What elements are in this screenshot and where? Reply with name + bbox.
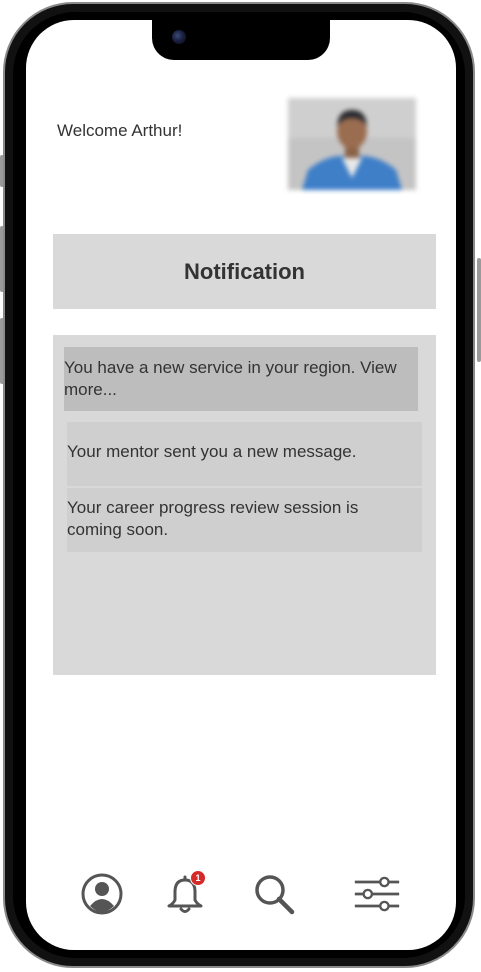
bottom-nav-bar: 1: [26, 870, 456, 926]
search-icon: [255, 875, 295, 915]
notification-header: Notification: [53, 234, 436, 309]
user-circle-icon: [81, 873, 123, 915]
front-camera-icon: [172, 30, 186, 44]
notification-panel: You have a new service in your region. V…: [53, 335, 436, 675]
notification-title: Notification: [184, 258, 305, 284]
nav-notifications-button[interactable]: 1: [161, 870, 209, 918]
sliders-icon: [354, 876, 400, 912]
notch: [152, 20, 330, 60]
welcome-message: Welcome Arthur!: [57, 121, 183, 140]
user-photo-icon: [288, 98, 416, 190]
notification-item-text: You have a new service in your region. V…: [64, 358, 397, 399]
notification-item-new-service[interactable]: You have a new service in your region. V…: [64, 347, 418, 411]
nav-search-button[interactable]: [250, 870, 298, 918]
nav-settings-button[interactable]: [353, 870, 401, 918]
notification-item-text: Your career progress review session is c…: [67, 498, 359, 539]
power-button: [477, 258, 481, 362]
nav-profile-button[interactable]: [78, 870, 126, 918]
phone-mockup: Welcome Arthur! Notification You have a …: [0, 0, 481, 972]
notification-item-text: Your mentor sent you a new message.: [67, 442, 357, 461]
profile-avatar[interactable]: [288, 98, 416, 190]
app-screen: Welcome Arthur! Notification You have a …: [26, 20, 456, 950]
notification-item-mentor-message[interactable]: Your mentor sent you a new message.: [67, 422, 422, 486]
notification-item-career-review[interactable]: Your career progress review session is c…: [67, 488, 422, 552]
notification-count-badge: 1: [190, 870, 206, 886]
